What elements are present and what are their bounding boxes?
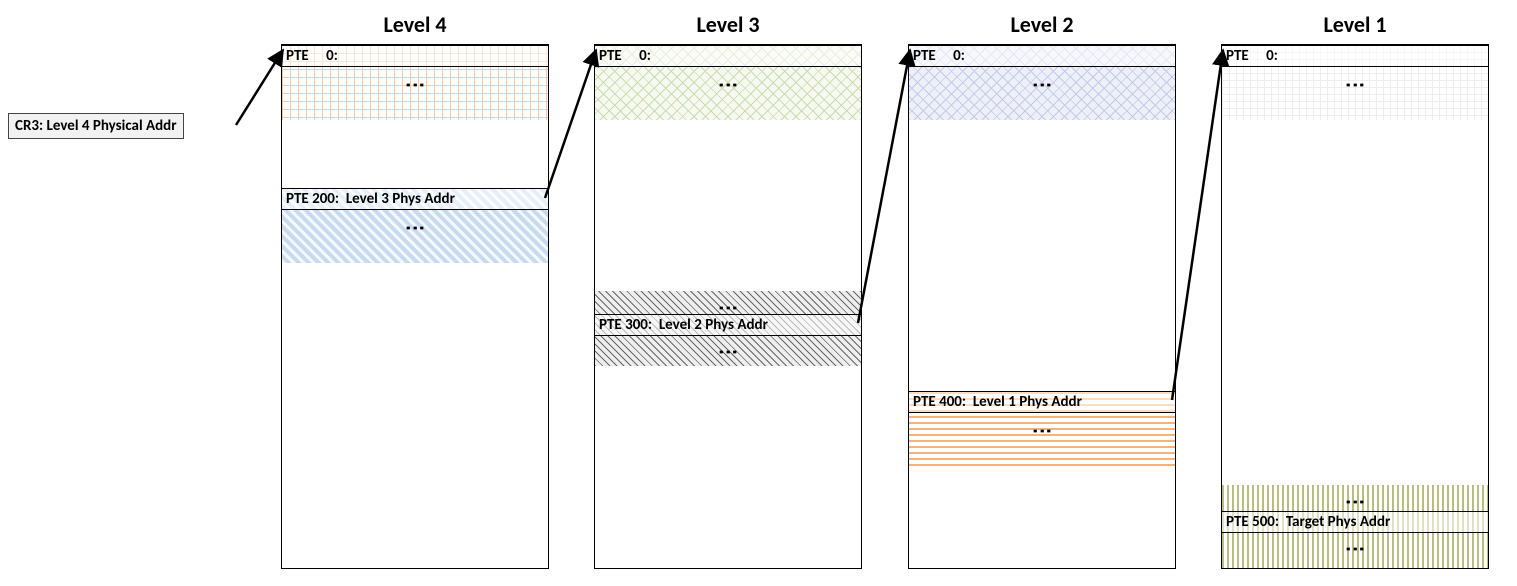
pte-index: 300:: [625, 316, 652, 334]
table-level1: PTE 0: ⋮ PTE 500: Target Phys Addr ⋮ ⋮: [1221, 44, 1489, 569]
arrow-l2-to-l1: [1172, 50, 1223, 400]
ellipsis-icon: ⋮: [1345, 75, 1365, 97]
pte-index: 0:: [639, 46, 681, 67]
ellipsis-icon: ⋮: [718, 75, 738, 97]
pte-label: Level 3 Phys Addr: [346, 190, 455, 208]
pte-index: 200:: [312, 190, 339, 208]
title-level4: Level 4: [281, 11, 549, 38]
pte-label: Target Phys Addr: [1286, 513, 1391, 531]
pte-prefix: PTE: [599, 47, 622, 65]
pte-prefix: PTE: [913, 393, 936, 411]
ellipsis-icon: ⋮: [718, 342, 738, 364]
pte-row-l4-200: PTE 200: Level 3 Phys Addr: [282, 188, 548, 210]
pte-prefix: PTE: [913, 47, 936, 65]
table-level2: PTE 0: ⋮ PTE 400: Level 1 Phys Addr ⋮: [908, 44, 1176, 569]
ellipsis-icon: ⋮: [405, 218, 425, 240]
arrow-cr3-to-l4: [236, 50, 283, 125]
title-level1: Level 1: [1221, 11, 1489, 38]
pte-prefix: PTE: [1226, 47, 1249, 65]
ellipsis-icon: ⋮: [1032, 75, 1052, 97]
pte-row-l2-0: PTE 0:: [909, 45, 1175, 67]
ellipsis-icon: ⋮: [1345, 539, 1365, 561]
arrow-l4-to-l3: [545, 50, 596, 198]
pte-prefix: PTE: [286, 190, 309, 208]
ellipsis-icon: ⋮: [405, 75, 425, 97]
pte-index: 0:: [1266, 46, 1308, 67]
ellipsis-icon: ⋮: [718, 298, 738, 320]
pte-index: 500:: [1252, 513, 1279, 531]
pte-index: 0:: [326, 46, 368, 67]
table-level4: PTE 0: ⋮ PTE 200: Level 3 Phys Addr ⋮: [281, 44, 549, 569]
ellipsis-icon: ⋮: [1032, 421, 1052, 443]
page-table-walk-diagram: CR3: Level 4 Physical Addr Level 4 PTE 0…: [0, 0, 1517, 586]
pte-prefix: PTE: [599, 316, 622, 334]
pte-index: 400:: [939, 393, 966, 411]
arrow-l3-to-l2: [858, 50, 910, 323]
cr3-register-box: CR3: Level 4 Physical Addr: [8, 113, 184, 139]
pte-row-l1-0: PTE 0:: [1222, 45, 1488, 67]
pte-prefix: PTE: [286, 47, 309, 65]
pte-row-l2-400: PTE 400: Level 1 Phys Addr: [909, 391, 1175, 413]
pte-label: Level 2 Phys Addr: [659, 316, 768, 334]
title-level3: Level 3: [594, 11, 862, 38]
pte-row-l1-500: PTE 500: Target Phys Addr: [1222, 511, 1488, 533]
pte-row-l3-0: PTE 0:: [595, 45, 861, 67]
pte-row-l4-0: PTE 0:: [282, 45, 548, 67]
ellipsis-icon: ⋮: [1345, 492, 1365, 514]
pte-prefix: PTE: [1226, 513, 1249, 531]
pte-label: Level 1 Phys Addr: [973, 393, 1082, 411]
table-level3: PTE 0: ⋮ PTE 300: Level 2 Phys Addr ⋮ ⋮: [594, 44, 862, 569]
title-level2: Level 2: [908, 11, 1176, 38]
pte-index: 0:: [953, 46, 995, 67]
